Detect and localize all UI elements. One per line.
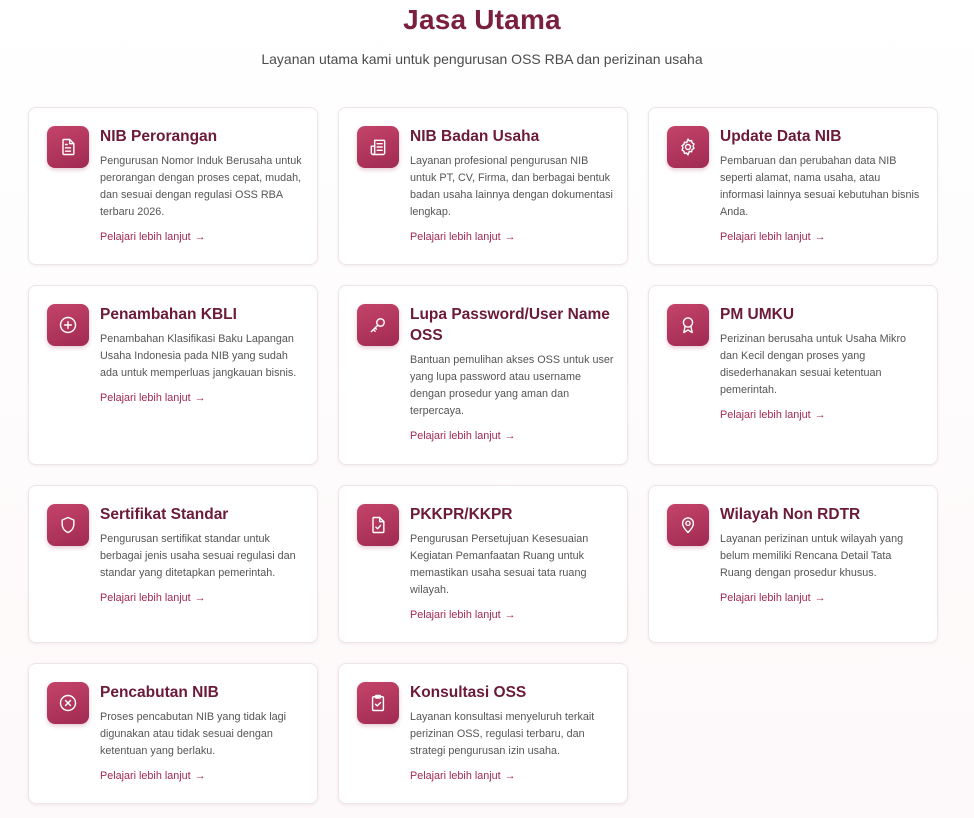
learn-more-link[interactable]: Pelajari lebih lanjut → <box>410 430 516 442</box>
card-description: Perizinan berusaha untuk Usaha Mikro dan… <box>720 333 907 396</box>
x-circle-icon <box>47 682 89 724</box>
arrow-right-icon: → <box>194 592 206 604</box>
service-card[interactable]: Sertifikat Standar Pengurusan sertifikat … <box>28 485 318 643</box>
learn-more-label: Pelajari lebih lanjut <box>100 770 191 782</box>
card-title: PKKPR/KKPR <box>410 506 513 523</box>
learn-more-label: Pelajari lebih lanjut <box>410 231 501 243</box>
plus-circle-icon <box>47 304 89 346</box>
service-card[interactable]: PM UMKU Perizinan berusaha untuk Usaha Mi… <box>648 285 938 465</box>
learn-more-link[interactable]: Pelajari lebih lanjut → <box>410 770 516 782</box>
document-icon <box>47 126 89 168</box>
section-heading: Jasa Utama <box>403 4 561 35</box>
card-title: Wilayah Non RDTR <box>720 506 861 523</box>
learn-more-label: Pelajari lebih lanjut <box>720 592 811 604</box>
map-pin-icon <box>667 504 709 546</box>
service-card[interactable]: Konsultasi OSS Layanan konsultasi menyelu… <box>338 663 628 804</box>
card-title: Sertifikat Standar <box>100 506 229 523</box>
learn-more-link[interactable]: Pelajari lebih lanjut → <box>100 592 206 604</box>
card-description: Layanan profesional pengurusan NIB untuk… <box>410 155 613 218</box>
card-title: Lupa Password/User Name OSS <box>410 306 610 344</box>
arrow-right-icon: → <box>504 609 516 621</box>
arrow-right-icon: → <box>504 231 516 243</box>
card-description: Pengurusan Persetujuan Kesesuaian Kegiat… <box>410 533 589 596</box>
shield-icon <box>47 504 89 546</box>
newspaper-icon <box>357 126 399 168</box>
service-card[interactable]: Update Data NIB Pembaruan dan perubahan d… <box>648 107 938 265</box>
card-description: Bantuan pemulihan akses OSS untuk user y… <box>410 354 614 417</box>
card-title: NIB Perorangan <box>100 128 218 145</box>
arrow-right-icon: → <box>504 770 516 782</box>
card-description: Pengurusan Nomor Induk Berusaha untuk pe… <box>100 155 302 218</box>
learn-more-label: Pelajari lebih lanjut <box>100 592 191 604</box>
arrow-right-icon: → <box>814 409 826 421</box>
arrow-right-icon: → <box>194 392 206 404</box>
arrow-right-icon: → <box>194 770 206 782</box>
card-description: Pengurusan sertifikat standar untuk berb… <box>100 533 296 579</box>
learn-more-label: Pelajari lebih lanjut <box>410 609 501 621</box>
learn-more-label: Pelajari lebih lanjut <box>100 392 191 404</box>
service-card[interactable]: Penambahan KBLI Penambahan Klasifikasi Ba… <box>28 285 318 465</box>
service-card[interactable]: NIB Badan Usaha Layanan profesional pengu… <box>338 107 628 265</box>
learn-more-link[interactable]: Pelajari lebih lanjut → <box>100 231 206 243</box>
service-card[interactable]: Pencabutan NIB Proses pencabutan NIB yang… <box>28 663 318 804</box>
learn-more-label: Pelajari lebih lanjut <box>720 231 811 243</box>
service-card[interactable]: Wilayah Non RDTR Layanan perizinan untuk … <box>648 485 938 643</box>
section-subheading: Layanan utama kami untuk pengurusan OSS … <box>261 51 703 67</box>
arrow-right-icon: → <box>194 231 206 243</box>
file-check-icon <box>357 504 399 546</box>
learn-more-link[interactable]: Pelajari lebih lanjut → <box>100 770 206 782</box>
learn-more-link[interactable]: Pelajari lebih lanjut → <box>410 231 516 243</box>
arrow-right-icon: → <box>814 592 826 604</box>
card-description: Layanan konsultasi menyeluruh terkait pe… <box>410 711 595 757</box>
card-title: Penambahan KBLI <box>100 306 237 323</box>
award-icon <box>667 304 709 346</box>
learn-more-link[interactable]: Pelajari lebih lanjut → <box>410 609 516 621</box>
card-description: Pembaruan dan perubahan data NIB seperti… <box>720 155 920 218</box>
card-description: Proses pencabutan NIB yang tidak lagi di… <box>100 711 287 757</box>
arrow-right-icon: → <box>814 231 826 243</box>
learn-more-link[interactable]: Pelajari lebih lanjut → <box>720 592 826 604</box>
learn-more-link[interactable]: Pelajari lebih lanjut → <box>720 231 826 243</box>
card-title: Update Data NIB <box>720 128 842 145</box>
service-card[interactable]: Lupa Password/User Name OSS Bantuan pemul… <box>338 285 628 465</box>
learn-more-label: Pelajari lebih lanjut <box>410 770 501 782</box>
service-card[interactable]: NIB Perorangan Pengurusan Nomor Induk Ber… <box>28 107 318 265</box>
service-card[interactable]: PKKPR/KKPR Pengurusan Persetujuan Kesesua… <box>338 485 628 643</box>
gear-icon <box>667 126 709 168</box>
learn-more-link[interactable]: Pelajari lebih lanjut → <box>720 409 826 421</box>
card-title: Konsultasi OSS <box>410 684 527 701</box>
learn-more-label: Pelajari lebih lanjut <box>410 430 501 442</box>
card-title: Pencabutan NIB <box>100 684 219 701</box>
learn-more-label: Pelajari lebih lanjut <box>720 409 811 421</box>
card-title: PM UMKU <box>720 306 795 323</box>
learn-more-label: Pelajari lebih lanjut <box>100 231 191 243</box>
clipboard-check-icon <box>357 682 399 724</box>
arrow-right-icon: → <box>504 430 516 442</box>
card-description: Layanan perizinan untuk wilayah yang bel… <box>720 533 904 579</box>
card-title: NIB Badan Usaha <box>410 128 540 145</box>
key-icon <box>357 304 399 346</box>
card-description: Penambahan Klasifikasi Baku Lapangan Usa… <box>100 333 297 379</box>
learn-more-link[interactable]: Pelajari lebih lanjut → <box>100 392 206 404</box>
